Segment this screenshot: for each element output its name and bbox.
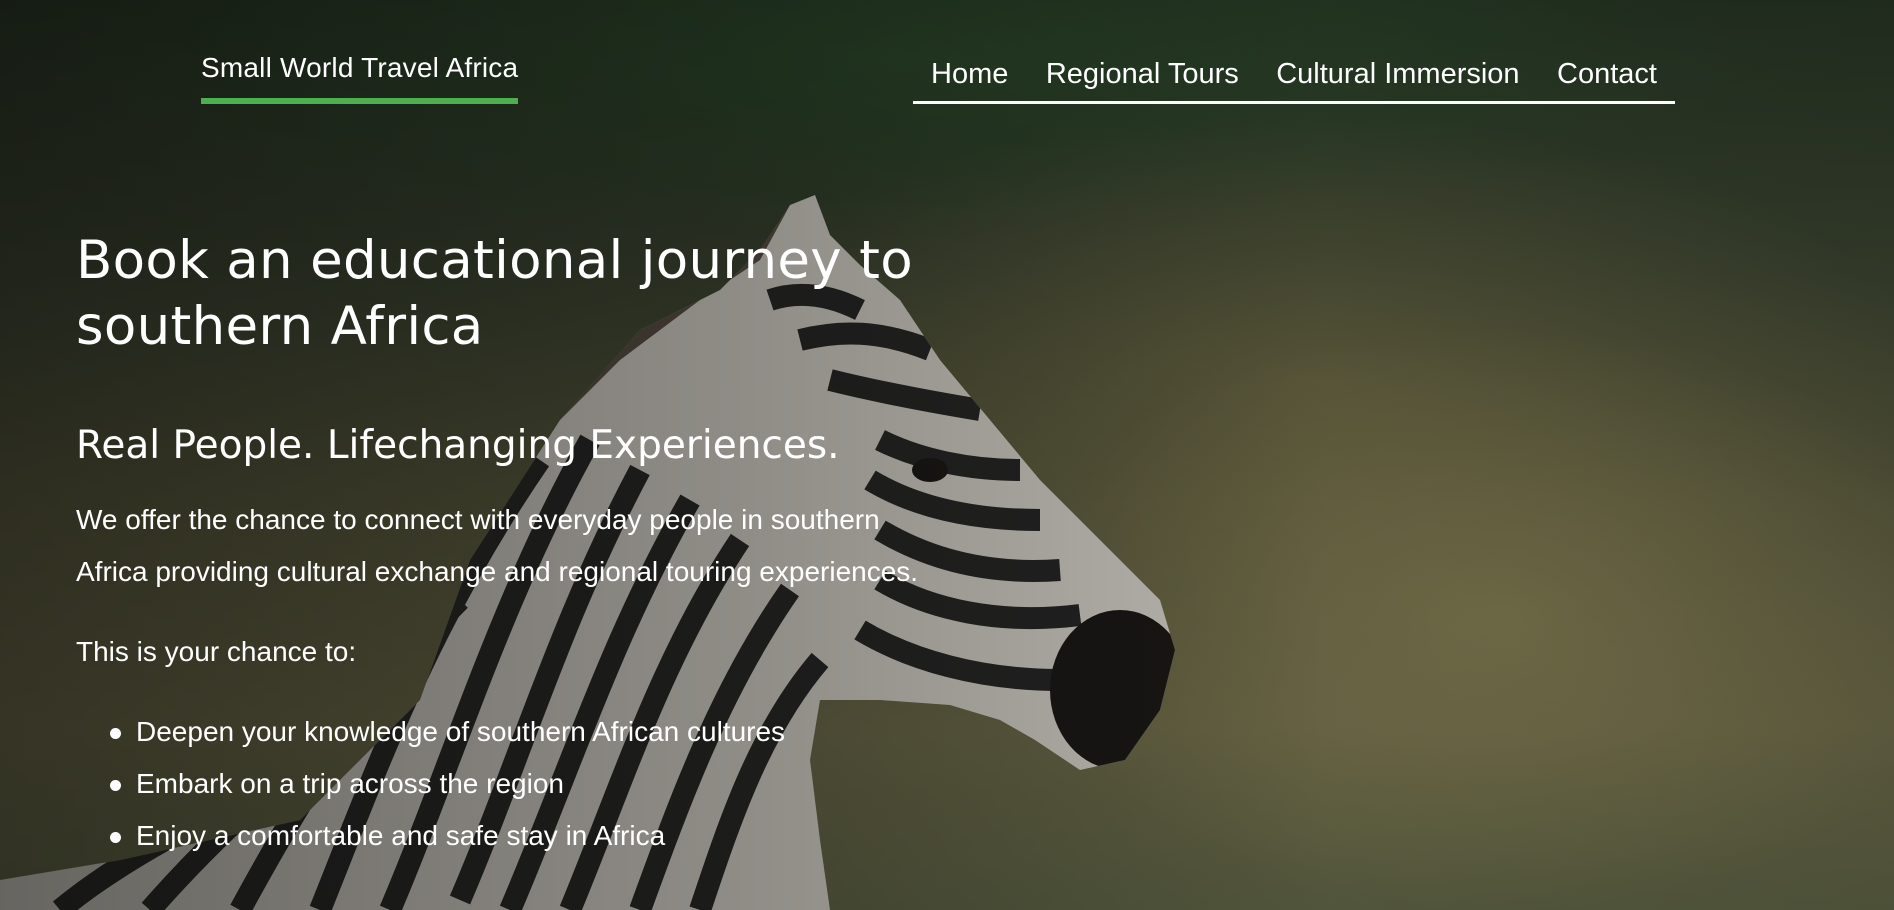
list-item: Embark on a trip across the region: [110, 758, 956, 810]
main-navigation: Home Regional Tours Cultural Immersion C…: [913, 58, 1675, 104]
benefits-list: Deepen your knowledge of southern Africa…: [76, 706, 956, 862]
nav-item-home[interactable]: Home: [931, 58, 1008, 91]
nav-item-regional-tours[interactable]: Regional Tours: [1046, 58, 1239, 91]
hero-intro-text: We offer the chance to connect with ever…: [76, 504, 919, 587]
hero-lead-text: This is your chance to:: [76, 636, 357, 667]
site-logo-link[interactable]: Small World Travel Africa: [201, 52, 519, 104]
hero-subtitle: Real People. Lifechanging Experiences.: [76, 423, 840, 468]
list-item: Deepen your knowledge of southern Africa…: [110, 706, 956, 758]
nav-item-cultural-immersion[interactable]: Cultural Immersion: [1276, 58, 1519, 91]
nav-item-contact[interactable]: Contact: [1557, 58, 1657, 91]
list-item: Enjoy a comfortable and safe stay in Afr…: [110, 810, 956, 862]
hero-title: Book an educational journey to southern …: [76, 230, 913, 357]
hero-section: Book an educational journey to southern …: [76, 228, 956, 862]
